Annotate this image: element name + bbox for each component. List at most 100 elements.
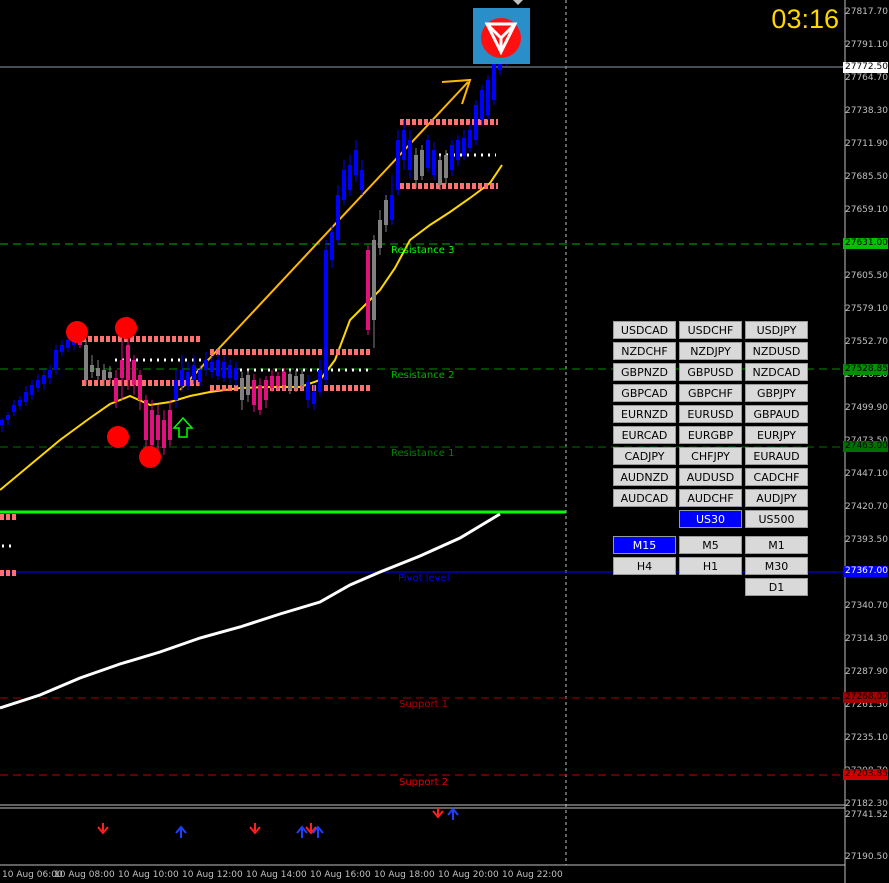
candle-body bbox=[0, 420, 4, 425]
symbol-button-eurgbp[interactable]: EURGBP bbox=[679, 426, 742, 444]
candle-body bbox=[300, 374, 304, 386]
candle-body bbox=[486, 80, 490, 115]
candle-body bbox=[348, 165, 352, 190]
candle-body bbox=[264, 380, 268, 400]
symbol-button-nzdcad[interactable]: NZDCAD bbox=[745, 363, 808, 381]
symbol-button-nzdchf[interactable]: NZDCHF bbox=[613, 342, 676, 360]
support1-tag: 27268.00 bbox=[843, 692, 888, 703]
candle-body bbox=[108, 372, 112, 378]
candle-body bbox=[120, 360, 124, 378]
timeframe-button-h1[interactable]: H1 bbox=[679, 557, 742, 575]
candle-body bbox=[282, 372, 286, 385]
candle-body bbox=[48, 370, 52, 378]
time-axis-label: 10 Aug 18:00 bbox=[374, 870, 435, 880]
resistance2-tag: 27528.85 bbox=[843, 364, 888, 375]
symbol-button-cadjpy[interactable]: CADJPY bbox=[613, 447, 676, 465]
time-axis-label: 10 Aug 08:00 bbox=[54, 870, 115, 880]
candle-body bbox=[150, 410, 154, 445]
symbol-button-nzdjpy[interactable]: NZDJPY bbox=[679, 342, 742, 360]
candle-body bbox=[12, 405, 16, 412]
candle-body bbox=[294, 376, 298, 388]
candle-body bbox=[144, 400, 148, 440]
symbol-button-cadchf[interactable]: CADCHF bbox=[745, 468, 808, 486]
candle-body bbox=[180, 370, 184, 386]
time-axis-label: 10 Aug 16:00 bbox=[310, 870, 371, 880]
symbol-button-audchf[interactable]: AUDCHF bbox=[679, 489, 742, 507]
candle-body bbox=[222, 362, 226, 378]
symbol-button-audusd[interactable]: AUDUSD bbox=[679, 468, 742, 486]
candle-body bbox=[330, 232, 334, 260]
candle-body bbox=[336, 195, 340, 240]
candle-body bbox=[408, 140, 412, 170]
symbol-button-gbpcad[interactable]: GBPCAD bbox=[613, 384, 676, 402]
symbol-button-eurjpy[interactable]: EURJPY bbox=[745, 426, 808, 444]
symbol-button-eurnzd[interactable]: EURNZD bbox=[613, 405, 676, 423]
symbol-button-eurcad[interactable]: EURCAD bbox=[613, 426, 676, 444]
candlesticks bbox=[0, 30, 508, 455]
timeframe-button-d1[interactable]: D1 bbox=[745, 578, 808, 596]
symbol-button-us500[interactable]: US500 bbox=[745, 510, 808, 528]
candle-body bbox=[432, 150, 436, 175]
price-axis-label: 27393.50 bbox=[845, 535, 888, 545]
buy-signal-arrow bbox=[172, 416, 194, 438]
candle-body bbox=[36, 380, 40, 388]
candle-body bbox=[24, 392, 28, 402]
candle-body bbox=[192, 365, 196, 380]
timeframe-button-m5[interactable]: M5 bbox=[679, 536, 742, 554]
candle-body bbox=[84, 345, 88, 380]
candle-body bbox=[60, 345, 64, 352]
timeframe-button-m15[interactable]: M15 bbox=[613, 536, 676, 554]
candle-body bbox=[18, 400, 22, 406]
candle-body bbox=[198, 370, 202, 382]
timeframe-button-m30[interactable]: M30 bbox=[745, 557, 808, 575]
candle-body bbox=[258, 385, 262, 410]
candle-body bbox=[42, 375, 46, 384]
candle-body bbox=[270, 376, 274, 388]
candle-body bbox=[102, 370, 106, 380]
candle-body bbox=[90, 365, 94, 372]
price-axis-label: 27764.70 bbox=[845, 73, 888, 83]
symbol-button-nzdusd[interactable]: NZDUSD bbox=[745, 342, 808, 360]
timeframe-button-m1[interactable]: M1 bbox=[745, 536, 808, 554]
resistance1-tag: 27463.00 bbox=[843, 441, 888, 452]
symbol-button-audjpy[interactable]: AUDJPY bbox=[745, 489, 808, 507]
symbol-button-gbpaud[interactable]: GBPAUD bbox=[745, 405, 808, 423]
price-axis-label: 27340.70 bbox=[845, 601, 888, 611]
candle-body bbox=[216, 360, 220, 376]
symbol-button-audnzd[interactable]: AUDNZD bbox=[613, 468, 676, 486]
symbol-button-audcad[interactable]: AUDCAD bbox=[613, 489, 676, 507]
symbol-button-gbpjpy[interactable]: GBPJPY bbox=[745, 384, 808, 402]
symbol-button-gbpchf[interactable]: GBPCHF bbox=[679, 384, 742, 402]
symbol-button-usdchf[interactable]: USDCHF bbox=[679, 321, 742, 339]
candle-body bbox=[426, 140, 430, 168]
symbol-button-chfjpy[interactable]: CHFJPY bbox=[679, 447, 742, 465]
candle-body bbox=[168, 410, 172, 440]
symbol-button-usdcad[interactable]: USDCAD bbox=[613, 321, 676, 339]
symbol-button-eurusd[interactable]: EURUSD bbox=[679, 405, 742, 423]
candle-body bbox=[30, 385, 34, 395]
symbol-button-gbpnzd[interactable]: GBPNZD bbox=[613, 363, 676, 381]
symbol-button-gbpusd[interactable]: GBPUSD bbox=[679, 363, 742, 381]
candle-body bbox=[414, 155, 418, 180]
candle-body bbox=[354, 150, 358, 175]
candle-body bbox=[468, 130, 472, 148]
candle-body bbox=[420, 150, 424, 176]
candle-body bbox=[378, 220, 382, 248]
candle-body bbox=[360, 170, 364, 190]
timeframe-button-h4[interactable]: H4 bbox=[613, 557, 676, 575]
symbol-button-usdjpy[interactable]: USDJPY bbox=[745, 321, 808, 339]
candle-body bbox=[366, 250, 370, 330]
candle-body bbox=[126, 345, 130, 380]
symbol-button-euraud[interactable]: EURAUD bbox=[745, 447, 808, 465]
candle-body bbox=[288, 374, 292, 390]
clock: 03:16 bbox=[771, 4, 839, 34]
resistance1-label: Resistance 1 bbox=[391, 448, 455, 459]
price-axis-label: 27287.90 bbox=[845, 667, 888, 677]
candle-body bbox=[402, 130, 406, 160]
candle-body bbox=[228, 365, 232, 378]
symbol-button-us30[interactable]: US30 bbox=[679, 510, 742, 528]
candle-body bbox=[6, 415, 10, 420]
price-axis-label: 27659.10 bbox=[845, 205, 888, 215]
price-axis-label: 27235.10 bbox=[845, 733, 888, 743]
resistance3-label: Resistance 3 bbox=[391, 245, 455, 256]
